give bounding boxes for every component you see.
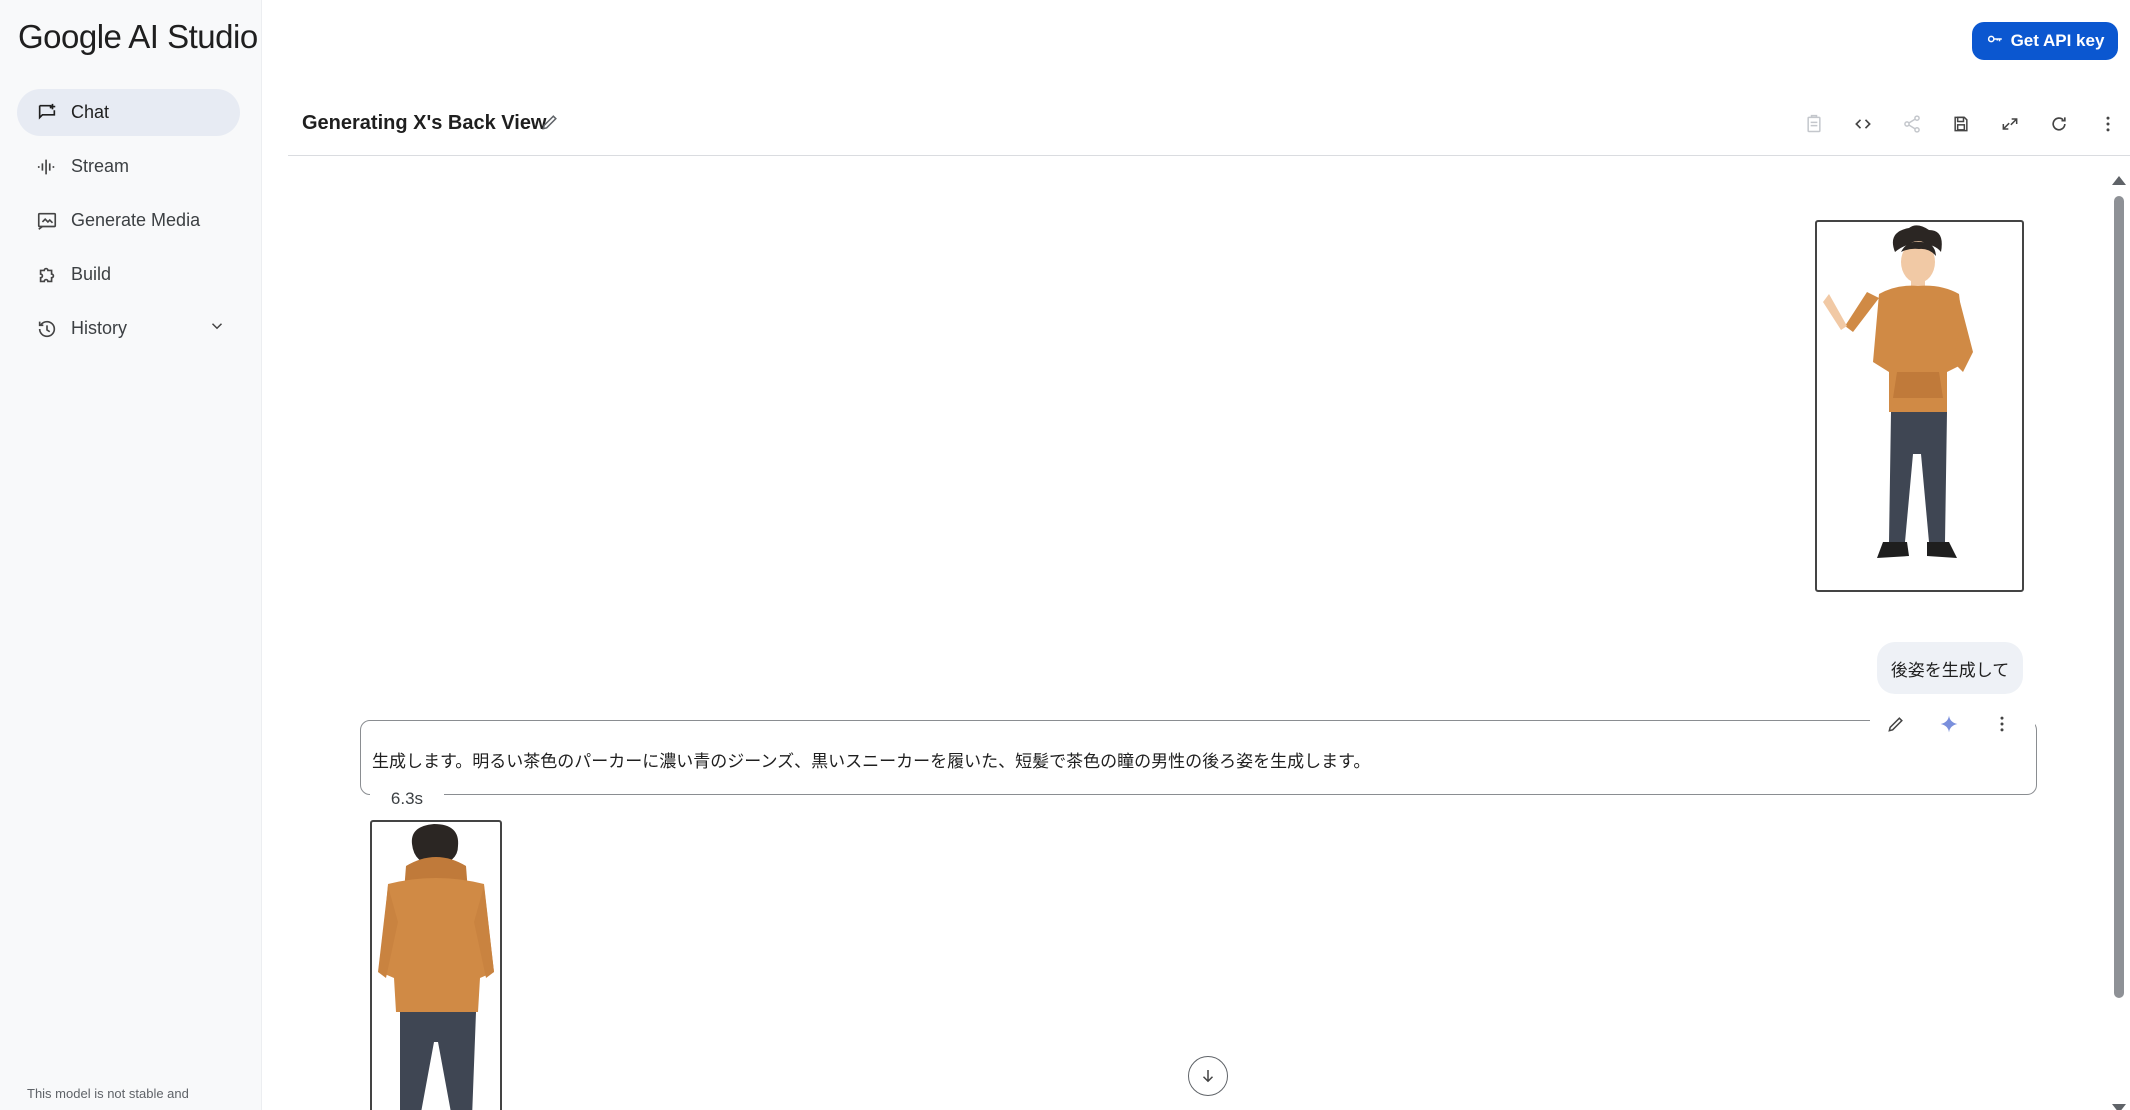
compare-icon[interactable] (1996, 110, 2024, 138)
share-icon[interactable] (1898, 110, 1926, 138)
sidebar-item-label: Chat (71, 102, 110, 122)
sidebar-item-label: Generate Media (71, 210, 201, 230)
key-icon (1986, 30, 2004, 53)
sidebar-item-generate-media[interactable]: Generate Media (17, 197, 240, 244)
edit-icon[interactable] (1884, 712, 1908, 736)
puzzle-icon (35, 263, 59, 287)
get-api-key-label: Get API key (2010, 31, 2105, 50)
refresh-icon[interactable] (2045, 110, 2073, 138)
get-api-key-button[interactable]: Get API key (1972, 22, 2118, 60)
sidebar: Google AI Studio Chat Stream Generate Me… (0, 0, 262, 1110)
scrollbar-thumb[interactable] (2114, 196, 2124, 998)
response-time: 6.3s (370, 789, 444, 813)
waveform-icon (35, 155, 59, 179)
character-back-illustration (378, 824, 494, 1110)
scroll-to-bottom-button[interactable] (1188, 1056, 1228, 1096)
sidebar-item-stream[interactable]: Stream (17, 143, 240, 190)
character-front-illustration (1823, 225, 1973, 558)
user-uploaded-image[interactable] (1815, 220, 2024, 592)
media-icon (35, 209, 59, 233)
more-icon[interactable] (2094, 110, 2122, 138)
chevron-down-icon[interactable] (208, 317, 226, 340)
model-disclaimer: This model is not stable and (27, 1086, 189, 1101)
sidebar-item-history[interactable]: History (17, 305, 240, 352)
sparkle-icon[interactable] (1937, 712, 1961, 736)
more-options-icon[interactable] (1990, 712, 2014, 736)
sidebar-item-label: Build (71, 264, 112, 284)
code-icon[interactable] (1849, 110, 1877, 138)
header-divider (288, 155, 2130, 156)
clipboard-icon[interactable] (1800, 110, 1828, 138)
chat-toolbar (1800, 110, 2120, 138)
sidebar-nav: Chat Stream Generate Media Build History (17, 89, 240, 359)
chat-icon (35, 101, 59, 125)
sidebar-item-label: Stream (71, 156, 130, 176)
sidebar-item-build[interactable]: Build (17, 251, 240, 298)
arrow-down-icon (1202, 1070, 1214, 1083)
model-response-text: 生成します。明るい茶色のパーカーに濃い青のジーンズ、黒いスニーカーを履いた、短髪… (372, 752, 1371, 771)
scroll-up-arrow-icon[interactable] (2112, 176, 2126, 185)
response-actions (1870, 706, 2035, 742)
scroll-down-arrow-icon[interactable] (2112, 1104, 2126, 1110)
history-icon (35, 317, 59, 341)
save-icon[interactable] (1947, 110, 1975, 138)
model-response-card: 生成します。明るい茶色のパーカーに濃い青のジーンズ、黒いスニーカーを履いた、短髪… (360, 720, 2037, 795)
page-title: Generating X's Back View (302, 112, 547, 134)
edit-title-icon[interactable] (540, 112, 560, 137)
user-prompt-bubble[interactable]: 後姿を生成して (1877, 642, 2023, 694)
app-logo[interactable]: Google AI Studio (18, 18, 258, 56)
generated-image[interactable] (370, 820, 502, 1110)
sidebar-item-label: History (71, 318, 128, 338)
sidebar-item-chat[interactable]: Chat (17, 89, 240, 136)
